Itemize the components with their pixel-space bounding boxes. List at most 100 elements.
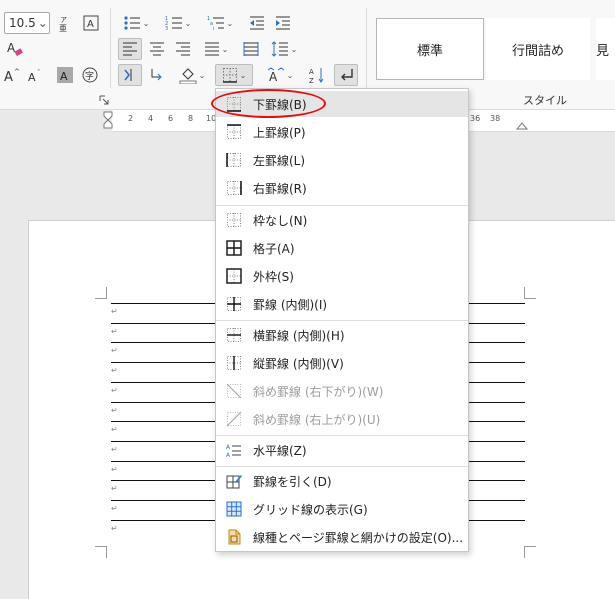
borders-dropdown-menu: 下罫線(B) 上罫線(P) 左罫線(L) 右罫線(R) 枠なし(N) 格子(A)… <box>215 88 469 552</box>
numbering-icon: 123 <box>165 16 182 31</box>
align-right-icon <box>176 42 190 56</box>
ruler-number: 36 <box>470 114 481 123</box>
font-size-select[interactable]: 10.5 ⌄ <box>4 12 50 34</box>
menu-item-bottom-border[interactable]: 下罫線(B) <box>216 91 468 117</box>
phonetic-guide-icon: ア亜 <box>59 16 67 32</box>
increase-indent-icon <box>276 16 290 30</box>
chevron-down-icon: ⌄ <box>286 70 294 80</box>
paragraph-mark: ↵ <box>111 504 118 513</box>
menu-item-label: 横罫線 (内側)(H) <box>253 328 345 343</box>
svg-text:A: A <box>226 444 231 451</box>
distributed-button[interactable] <box>240 38 262 60</box>
justify-button[interactable]: ⌄ <box>198 38 234 60</box>
align-left-button[interactable] <box>118 38 142 60</box>
inside-borders-icon <box>227 297 241 311</box>
menu-item-no-border[interactable]: 枠なし(N) <box>216 207 468 233</box>
ruler-number: 38 <box>490 114 501 123</box>
grow-font-button[interactable]: A ^ <box>2 64 22 86</box>
ltr-button[interactable] <box>118 64 142 86</box>
align-center-button[interactable] <box>146 38 168 60</box>
enclosed-character-icon: 字 <box>82 67 98 83</box>
show-hide-marks-button[interactable] <box>334 64 358 86</box>
asian-layout-button[interactable]: A ⌄ <box>262 64 298 86</box>
bullets-icon <box>124 16 140 30</box>
top-border-icon <box>227 124 241 139</box>
inside-horizontal-border-icon <box>227 328 241 342</box>
align-left-icon <box>123 42 137 56</box>
menu-item-diagonal-down[interactable]: 斜め罫線 (右下がり)(W) <box>216 378 468 404</box>
increase-indent-button[interactable] <box>272 12 294 34</box>
menu-item-outside-borders[interactable]: 外枠(S) <box>216 263 468 289</box>
menu-item-inside-horizontal[interactable]: 横罫線 (内側)(H) <box>216 322 468 348</box>
paint-bucket-icon <box>179 68 197 84</box>
style-heading-partial[interactable]: 見 <box>596 18 615 80</box>
horizontal-line-icon: AA <box>226 444 241 458</box>
right-indent-marker-icon[interactable] <box>516 120 528 130</box>
svg-text:A: A <box>4 70 13 83</box>
menu-item-label: 斜め罫線 (右上がり)(U) <box>253 412 381 427</box>
menu-item-view-gridlines[interactable]: グリッド線の表示(G) <box>216 496 468 522</box>
menu-item-inside-vertical[interactable]: 縦罫線 (内側)(V) <box>216 350 468 376</box>
style-no-spacing[interactable]: 行間詰め <box>486 18 590 80</box>
menu-item-label: 外枠(S) <box>253 269 294 284</box>
decrease-indent-button[interactable] <box>246 12 268 34</box>
chevron-down-icon: ⌄ <box>221 44 229 54</box>
rtl-button[interactable] <box>146 64 168 86</box>
phonetic-guide-button[interactable]: ア亜 <box>56 12 74 34</box>
shading-button[interactable]: ⌄ <box>174 64 210 86</box>
enclose-characters-button[interactable]: 字 <box>80 64 100 86</box>
menu-item-diagonal-up[interactable]: 斜め罫線 (右上がり)(U) <box>216 406 468 432</box>
menu-item-inside-borders[interactable]: 罫線 (内側)(I) <box>216 291 468 317</box>
svg-text:^: ^ <box>14 68 20 76</box>
svg-text:A: A <box>28 71 36 83</box>
menu-item-all-borders[interactable]: 格子(A) <box>216 235 468 261</box>
paragraph-mark: ↵ <box>111 524 118 533</box>
menu-separator <box>216 205 468 206</box>
character-shading-button[interactable]: A <box>55 64 75 86</box>
menu-item-borders-and-shading[interactable]: 線種とページ罫線と網かけの設定(O)... <box>216 524 468 550</box>
menu-item-draw-table[interactable]: 罫線を引く(D) <box>216 468 468 494</box>
paragraph-mark: ↵ <box>111 327 118 336</box>
style-standard[interactable]: 標準 <box>376 18 484 80</box>
menu-item-left-border[interactable]: 左罫線(L) <box>216 147 468 173</box>
menu-item-label: 縦罫線 (内側)(V) <box>253 356 344 371</box>
menu-item-top-border[interactable]: 上罫線(P) <box>216 119 468 145</box>
paragraph-mark: ↵ <box>111 346 118 355</box>
menu-item-label: 上罫線(P) <box>253 125 306 140</box>
character-border-button[interactable]: A <box>80 12 102 34</box>
multilevel-list-button[interactable]: 1 a i ⌄ <box>202 12 238 34</box>
group-separator <box>110 8 111 88</box>
draw-table-pencil-icon <box>226 475 242 489</box>
line-spacing-button[interactable]: ⌄ <box>266 38 302 60</box>
crop-mark <box>95 546 107 558</box>
shrink-font-button[interactable]: Aˇ <box>26 64 46 86</box>
bullets-button[interactable]: ⌄ <box>118 12 154 34</box>
svg-text:A: A <box>309 68 314 76</box>
sort-button[interactable]: AZ <box>306 64 328 86</box>
right-to-left-icon <box>151 69 162 81</box>
menu-item-horizontal-line[interactable]: AA 水平線(Z) <box>216 437 468 463</box>
right-border-icon <box>227 181 242 195</box>
borders-button[interactable]: ⌄ <box>215 64 253 86</box>
shrink-font-icon: Aˇ <box>28 69 41 83</box>
chevron-down-icon: ⌄ <box>290 44 298 54</box>
styles-group-label: スタイル <box>523 94 567 107</box>
dialog-launcher-icon[interactable] <box>99 95 109 105</box>
svg-text:ˇ: ˇ <box>37 69 41 77</box>
clear-formatting-button[interactable]: A <box>4 38 26 60</box>
align-right-button[interactable] <box>172 38 194 60</box>
chevron-down-icon: ⌄ <box>239 70 247 80</box>
justify-icon <box>204 42 219 56</box>
svg-text:亜: 亜 <box>59 24 67 32</box>
line-spacing-icon <box>271 41 288 57</box>
decrease-indent-icon <box>250 16 264 30</box>
asian-layout-icon: A <box>267 67 284 83</box>
ruler-number: 6 <box>168 114 174 123</box>
gridlines-icon <box>226 501 242 517</box>
grow-font-icon: A ^ <box>4 68 20 83</box>
all-borders-icon <box>226 240 242 256</box>
numbering-button[interactable]: 1 2 3 ⌄ <box>160 12 196 34</box>
menu-item-label: グリッド線の表示(G) <box>253 502 368 517</box>
indent-marker-icon[interactable] <box>102 110 116 132</box>
menu-item-right-border[interactable]: 右罫線(R) <box>216 175 468 201</box>
